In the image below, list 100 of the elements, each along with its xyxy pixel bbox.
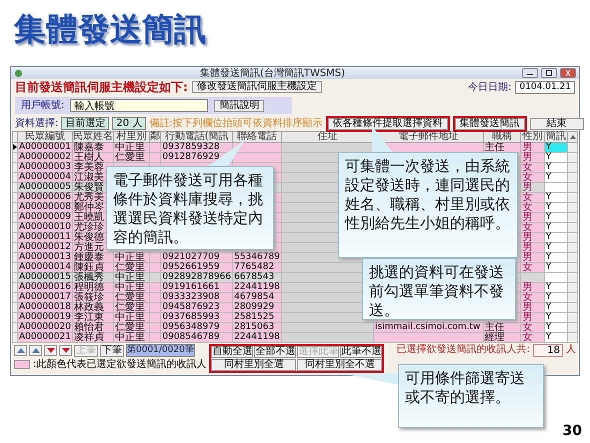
table-cell: 程明德 bbox=[74, 282, 104, 293]
table-cell: 江淑美 bbox=[74, 172, 104, 183]
column-header[interactable]: 簡訊 bbox=[544, 132, 568, 142]
table-cell: 陳鈺貞 bbox=[74, 262, 104, 273]
move-down-button[interactable] bbox=[59, 345, 72, 356]
village-select-button[interactable]: 同村里別全不選 bbox=[297, 359, 382, 371]
column-header[interactable]: 職稱 bbox=[483, 132, 521, 142]
table-cell: 中正里 bbox=[114, 272, 145, 283]
table-cell: Y bbox=[546, 142, 552, 152]
close-button[interactable] bbox=[560, 68, 576, 78]
table-cell: 主任 bbox=[484, 322, 505, 333]
table-cell: 鍾慶泰 bbox=[74, 252, 104, 263]
selected-total-unit: 人 bbox=[566, 344, 576, 355]
table-cell: A00000016 bbox=[19, 282, 71, 292]
move-up-button[interactable] bbox=[14, 345, 27, 356]
table-cell: A00000003 bbox=[19, 162, 71, 172]
column-header[interactable]: 住址 bbox=[281, 132, 374, 142]
table-cell: 李美蓉 bbox=[74, 162, 104, 173]
select-button[interactable]: 全部不選 bbox=[254, 346, 296, 358]
close-icon bbox=[564, 70, 572, 76]
table-cell: 男 bbox=[522, 252, 532, 263]
table-cell: Y bbox=[546, 252, 552, 262]
column-header[interactable]: 民眾編號 bbox=[18, 132, 72, 142]
table-cell: 男 bbox=[522, 152, 532, 163]
selected-total-label: 已選擇欲發送簡訊的收訊人共: bbox=[396, 344, 530, 355]
maximize-icon bbox=[545, 70, 553, 76]
action-button[interactable]: 結束 bbox=[530, 118, 584, 130]
table-cell: 男 bbox=[522, 242, 532, 253]
table-cell: A00000004 bbox=[19, 172, 71, 182]
move-up-button[interactable] bbox=[29, 345, 42, 356]
table-cell: 女 bbox=[522, 192, 532, 203]
table-cell: 6678543 bbox=[234, 272, 274, 282]
selected-total-field: 18 bbox=[533, 344, 563, 357]
date-label: 今日日期: bbox=[468, 82, 512, 92]
table-cell: 中正里 bbox=[114, 332, 145, 343]
table-cell: 中正里 bbox=[114, 282, 145, 293]
table-cell: 仁愛里 bbox=[114, 322, 145, 333]
table-cell: Y bbox=[546, 192, 552, 202]
select-button[interactable]: 自動全選 bbox=[211, 346, 254, 358]
server-settings-label: 目前發送簡訊伺服主機設定如下: bbox=[15, 80, 188, 94]
action-button[interactable]: 依各種條件提取選擇資料 bbox=[328, 118, 448, 130]
action-button[interactable]: 集體發送簡訊 bbox=[454, 118, 525, 130]
table-cell: 2815063 bbox=[234, 322, 274, 332]
table-cell: 0945876923 bbox=[162, 302, 220, 312]
table-cell: A00000020 bbox=[19, 322, 71, 332]
table-cell: 男 bbox=[522, 232, 532, 243]
village-select-button[interactable]: 同村里別全選 bbox=[211, 359, 296, 371]
table-cell: 0933323908 bbox=[162, 292, 220, 302]
table-cell: 男 bbox=[522, 182, 532, 193]
sms-help-button[interactable]: 簡訊說明 bbox=[214, 100, 264, 112]
table-cell: 女 bbox=[522, 162, 532, 173]
data-selection-label: 資料選擇: bbox=[15, 118, 58, 129]
legend-text: :此顏色代表已選定欲發送簡訊的收訊人 bbox=[33, 359, 206, 370]
table-cell: isimmail.csimoi.com.tw bbox=[374, 322, 480, 332]
table-cell: Y bbox=[546, 302, 552, 312]
table-cell: A00000001 bbox=[19, 142, 71, 152]
table-cell: Y bbox=[546, 152, 552, 162]
table-cell: 朱俊德 bbox=[74, 232, 104, 243]
column-header[interactable]: 聯絡電話 bbox=[232, 132, 282, 142]
table-cell: A00000014 bbox=[19, 262, 71, 272]
table-cell: 主任 bbox=[484, 142, 505, 153]
table-cell: 0952661959 bbox=[162, 262, 220, 272]
maximize-button[interactable] bbox=[541, 68, 557, 78]
record-nav-button[interactable]: 下筆 bbox=[100, 344, 124, 356]
callout-pointer bbox=[340, 373, 400, 387]
callout-text: 可用條件篩選寄送或不寄的選擇。 bbox=[405, 369, 526, 407]
select-button[interactable]: 此筆不選 bbox=[340, 346, 382, 358]
table-cell: 0908546789 bbox=[162, 332, 220, 342]
table-cell: A00000019 bbox=[19, 312, 71, 322]
table-cell: 朱俊賢 bbox=[74, 182, 104, 193]
table-cell: 女 bbox=[522, 222, 532, 233]
selection-field[interactable]: 目前選定 bbox=[61, 117, 110, 130]
table-cell: Y bbox=[546, 202, 552, 212]
modify-server-button[interactable]: 修改發送簡訊伺服主機設定 bbox=[192, 81, 322, 93]
table-cell: 0956348979 bbox=[162, 322, 220, 332]
date-field[interactable]: 0104.01.21 bbox=[515, 80, 575, 94]
table-cell: A00000012 bbox=[19, 242, 71, 252]
column-header[interactable]: 鄰 bbox=[149, 132, 161, 142]
column-header[interactable]: 村里別 bbox=[113, 132, 150, 142]
table-cell: A00000017 bbox=[19, 292, 71, 302]
table-cell: Y bbox=[546, 162, 552, 172]
table-cell: 7765482 bbox=[234, 262, 274, 272]
table-cell: 0937685993 bbox=[162, 312, 220, 322]
account-field[interactable]: 輸入帳號 bbox=[70, 99, 208, 112]
move-down-button[interactable] bbox=[44, 345, 57, 356]
table-cell: 092892878966 bbox=[162, 272, 232, 282]
table-cell: 男 bbox=[522, 212, 532, 223]
window-title: 集體發送簡訊(台灣簡訊TWSMS) bbox=[198, 68, 346, 78]
table-cell: 凌祥貞 bbox=[74, 332, 104, 343]
table-cell: 賴怡君 bbox=[74, 322, 104, 333]
column-header[interactable]: 性別 bbox=[520, 132, 544, 142]
column-header[interactable]: 民眾姓名 bbox=[72, 132, 114, 142]
table-cell: 女 bbox=[522, 262, 532, 273]
minimize-button[interactable] bbox=[522, 68, 538, 78]
column-header[interactable]: 行動電話(簡訊 bbox=[160, 132, 233, 142]
scroll-up-icon[interactable] bbox=[570, 135, 576, 139]
table-cell: 男 bbox=[522, 302, 532, 313]
table-cell: Y bbox=[546, 232, 552, 242]
callout-text: 挑選的資料可在發送前勾選單筆資料不發送。 bbox=[369, 263, 505, 320]
table-cell: 李江東 bbox=[74, 312, 104, 323]
